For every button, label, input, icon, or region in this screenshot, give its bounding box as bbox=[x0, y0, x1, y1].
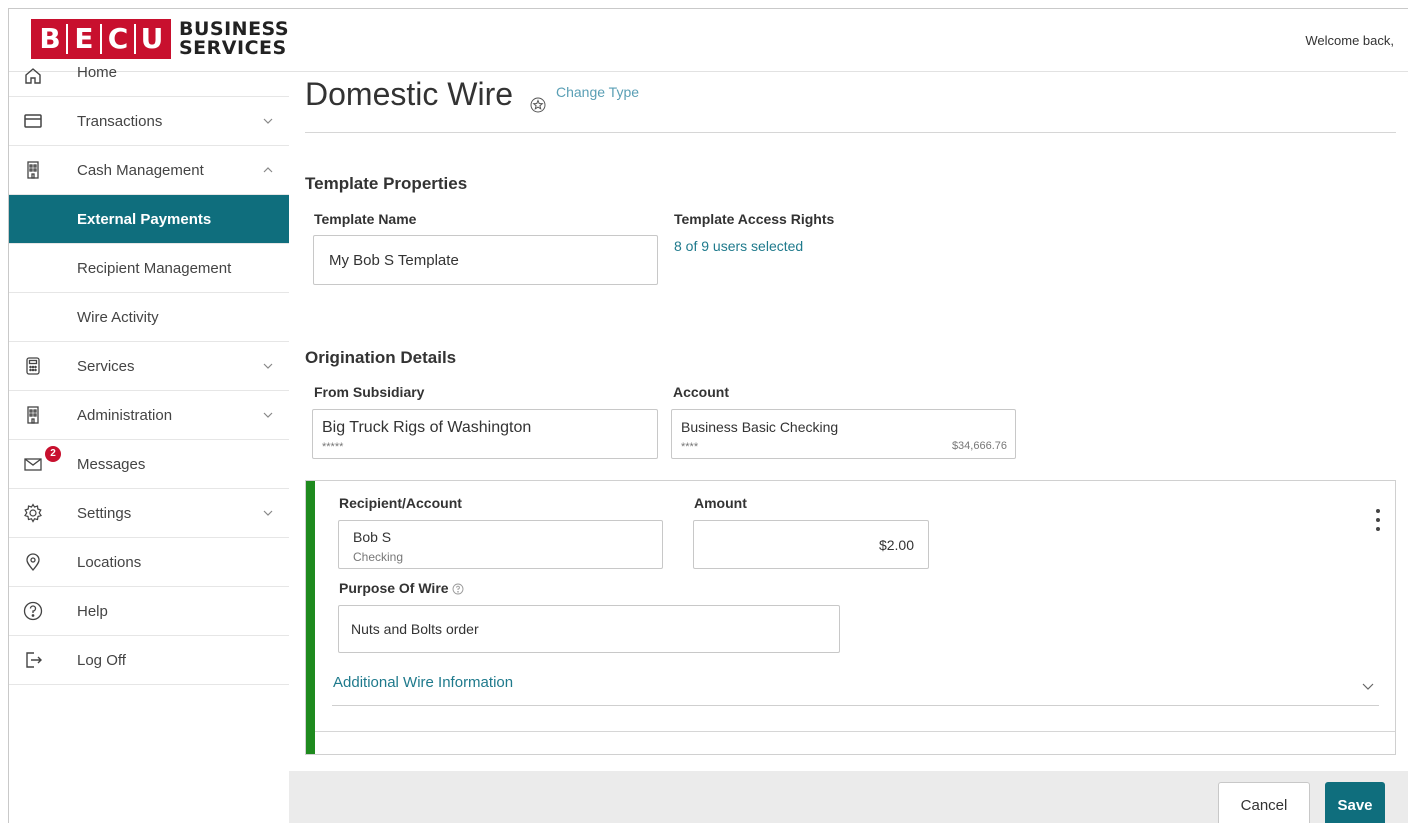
purpose-of-wire-label: Purpose Of Wire bbox=[339, 580, 464, 596]
chevron-down-icon bbox=[263, 363, 273, 369]
sidebar-item-label: Cash Management bbox=[77, 161, 204, 179]
recipient-account-type: Checking bbox=[353, 550, 404, 564]
sidebar-item-cash-management[interactable]: Cash Management bbox=[9, 146, 289, 195]
card-bottom-divider bbox=[315, 731, 1395, 732]
app-frame: B E C U BUSINESS SERVICES Welcome back, … bbox=[8, 8, 1408, 823]
chevron-down-icon bbox=[263, 510, 273, 516]
amount-value: $2.00 bbox=[878, 537, 914, 553]
building-icon bbox=[27, 161, 39, 179]
account-select[interactable]: Business Basic Checking **** $34,666.76 bbox=[671, 409, 1016, 459]
sidebar-item-locations[interactable]: Locations bbox=[9, 538, 289, 587]
logo-mark: B E C U bbox=[31, 19, 171, 59]
main-content: Domestic Wire Change Type Template Prope… bbox=[289, 72, 1408, 823]
logo-letter-u: U bbox=[140, 22, 164, 55]
sidebar-item-transactions[interactable]: Transactions bbox=[9, 97, 289, 146]
access-rights-link[interactable]: 8 of 9 users selected bbox=[674, 238, 803, 254]
logo-letter-b: B bbox=[39, 22, 61, 55]
sidebar-item-label: Home bbox=[77, 64, 118, 81]
log-off-icon bbox=[26, 652, 42, 668]
subsidiary-mask: ***** bbox=[322, 441, 344, 453]
chevron-down-icon[interactable] bbox=[1361, 679, 1375, 693]
additional-wire-information-toggle[interactable]: Additional Wire Information bbox=[333, 674, 513, 691]
template-name-field[interactable]: My Bob S Template bbox=[313, 235, 658, 285]
sidebar-item-wire-activity[interactable]: Wire Activity bbox=[9, 293, 289, 342]
sidebar-nav: Home Transactions Cash Management Extern… bbox=[9, 64, 289, 823]
account-balance: $34,666.76 bbox=[951, 440, 1007, 452]
mail-icon bbox=[24, 458, 42, 471]
sidebar-item-label: Locations bbox=[77, 553, 142, 571]
title-divider bbox=[305, 132, 1396, 133]
template-name-label: Template Name bbox=[314, 211, 417, 227]
favorite-star-icon[interactable] bbox=[530, 97, 546, 113]
top-header: B E C U BUSINESS SERVICES Welcome back, bbox=[9, 9, 1408, 72]
more-options-icon[interactable] bbox=[1375, 509, 1381, 533]
page-title: Domestic Wire bbox=[305, 76, 514, 112]
from-subsidiary-select[interactable]: Big Truck Rigs of Washington ***** bbox=[312, 409, 658, 459]
account-label: Account bbox=[673, 384, 729, 400]
cancel-button[interactable]: Cancel bbox=[1218, 782, 1310, 823]
logo-line-services: SERVICES bbox=[179, 37, 287, 59]
sidebar-item-log-off[interactable]: Log Off bbox=[9, 636, 289, 685]
sidebar-item-label: Services bbox=[77, 357, 135, 375]
logo-letter-c: C bbox=[107, 22, 129, 55]
card-icon bbox=[24, 114, 42, 128]
purpose-value: Nuts and Bolts order bbox=[351, 621, 479, 637]
origination-details-heading: Origination Details bbox=[305, 348, 457, 367]
purpose-of-wire-field[interactable]: Nuts and Bolts order bbox=[338, 605, 840, 653]
sidebar-item-label: Transactions bbox=[77, 112, 163, 130]
wire-status-bar bbox=[306, 481, 315, 754]
template-name-value: My Bob S Template bbox=[329, 252, 459, 269]
chevron-up-icon bbox=[263, 167, 273, 173]
sidebar-item-messages[interactable]: 2 Messages bbox=[9, 440, 289, 489]
building-icon bbox=[27, 406, 39, 424]
account-mask: **** bbox=[681, 441, 699, 453]
subsidiary-name: Big Truck Rigs of Washington bbox=[322, 419, 532, 436]
help-icon bbox=[23, 601, 43, 621]
recipient-name: Bob S bbox=[353, 529, 392, 545]
sidebar-item-home[interactable]: Home bbox=[9, 64, 289, 97]
template-properties-heading: Template Properties bbox=[305, 174, 468, 193]
account-name: Business Basic Checking bbox=[681, 419, 839, 435]
sidebar-item-help[interactable]: Help bbox=[9, 587, 289, 636]
calculator-icon bbox=[26, 357, 40, 375]
change-type-link[interactable]: Change Type bbox=[556, 84, 639, 100]
amount-label: Amount bbox=[694, 495, 747, 511]
welcome-text: Welcome back, bbox=[1305, 33, 1394, 48]
sidebar-item-label: Recipient Management bbox=[77, 259, 232, 277]
recipient-account-select[interactable]: Bob S Checking bbox=[338, 520, 663, 569]
sidebar-item-label: Log Off bbox=[77, 651, 126, 669]
sidebar-item-services[interactable]: Services bbox=[9, 342, 289, 391]
sidebar-item-label: External Payments bbox=[77, 210, 212, 228]
sidebar-item-administration[interactable]: Administration bbox=[9, 391, 289, 440]
logo-wordmark: BUSINESS SERVICES bbox=[179, 20, 289, 58]
sidebar-item-label: Settings bbox=[77, 504, 132, 522]
recipient-account-label: Recipient/Account bbox=[339, 495, 462, 511]
home-icon bbox=[25, 68, 41, 84]
messages-count-badge: 2 bbox=[45, 446, 61, 462]
from-subsidiary-label: From Subsidiary bbox=[314, 384, 425, 400]
chevron-down-icon bbox=[263, 412, 273, 418]
purpose-of-wire-text: Purpose Of Wire bbox=[339, 580, 449, 596]
sidebar-item-recipient-management[interactable]: Recipient Management bbox=[9, 244, 289, 293]
becu-logo[interactable]: B E C U BUSINESS SERVICES bbox=[31, 19, 289, 59]
sidebar-item-external-payments[interactable]: External Payments bbox=[9, 195, 289, 244]
chevron-down-icon bbox=[263, 118, 273, 124]
sidebar-item-label: Wire Activity bbox=[77, 308, 159, 326]
logo-letter-e: E bbox=[74, 22, 94, 55]
additional-info-divider bbox=[332, 705, 1379, 706]
template-access-rights-label: Template Access Rights bbox=[674, 211, 835, 227]
gear-icon bbox=[24, 503, 42, 523]
sidebar-item-settings[interactable]: Settings bbox=[9, 489, 289, 538]
action-footer: Cancel Save bbox=[289, 771, 1408, 823]
amount-field[interactable]: $2.00 bbox=[693, 520, 929, 569]
location-pin-icon bbox=[26, 553, 40, 572]
save-button[interactable]: Save bbox=[1325, 782, 1385, 823]
wire-recipient-card: Recipient/Account Bob S Checking Amount … bbox=[305, 480, 1396, 755]
sidebar-item-label: Help bbox=[77, 602, 108, 620]
sidebar-item-label: Messages bbox=[77, 455, 146, 473]
help-tooltip-icon[interactable] bbox=[452, 583, 464, 595]
sidebar-item-label: Administration bbox=[77, 406, 173, 424]
